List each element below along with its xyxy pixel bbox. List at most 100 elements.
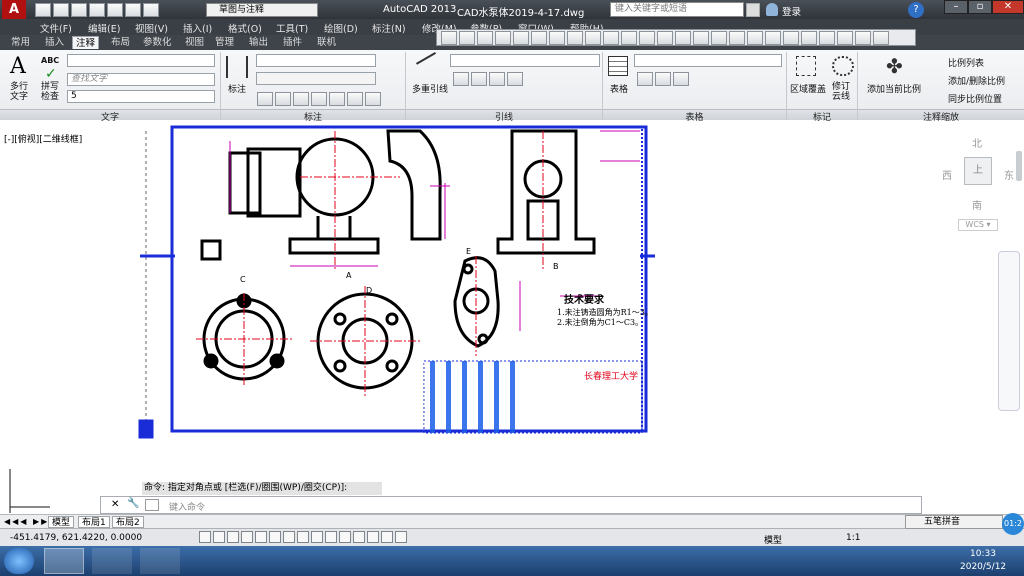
- download-icon[interactable]: [673, 72, 689, 86]
- autocad-logo-icon[interactable]: A: [2, 0, 26, 20]
- wrench-icon[interactable]: 🔧: [127, 498, 139, 509]
- clock-time[interactable]: 10:33: [970, 549, 996, 559]
- menu-item[interactable]: 插入(I): [183, 21, 212, 35]
- extract-data-icon[interactable]: [637, 72, 653, 86]
- user-icon[interactable]: [766, 3, 778, 16]
- infer-icon[interactable]: [199, 531, 211, 543]
- text-height-input[interactable]: 5: [67, 90, 215, 103]
- properties-icon[interactable]: [765, 31, 781, 45]
- menu-item[interactable]: 绘图(D): [324, 21, 358, 35]
- saveas-icon[interactable]: [89, 3, 105, 17]
- otrack-icon[interactable]: [297, 531, 309, 543]
- link-data-icon[interactable]: [655, 72, 671, 86]
- help-icon[interactable]: [873, 31, 889, 45]
- remove-leader-icon[interactable]: [471, 72, 487, 86]
- polar-icon[interactable]: [255, 531, 267, 543]
- coordinates-readout[interactable]: -451.4179, 621.4220, 0.0000: [10, 533, 142, 543]
- wcs-dropdown[interactable]: WCS ▾: [958, 219, 998, 231]
- zoom-previous-icon[interactable]: [747, 31, 763, 45]
- 3dprint-icon[interactable]: [549, 31, 565, 45]
- add-delete-scale-button[interactable]: 添加/删除比例: [948, 74, 1005, 87]
- ribbon-tab[interactable]: 常用: [8, 36, 33, 49]
- ortho-icon[interactable]: [241, 531, 253, 543]
- ime-bubble[interactable]: 01:2: [1002, 513, 1024, 535]
- dim-jog-icon[interactable]: [365, 92, 381, 106]
- mtext-button[interactable]: 多行文字: [10, 82, 34, 102]
- wipeout-button[interactable]: 区域覆盖: [790, 82, 826, 95]
- ime-bar[interactable]: 五笔拼音: [905, 515, 1003, 529]
- dim-style-dropdown[interactable]: [256, 54, 376, 67]
- scale-panel-title[interactable]: 注释缩放: [858, 109, 1024, 123]
- align-leader-icon[interactable]: [489, 72, 505, 86]
- mleader-style-dropdown[interactable]: [450, 54, 600, 67]
- redo-icon[interactable]: [675, 31, 691, 45]
- layout-tab[interactable]: 布局2: [112, 516, 144, 528]
- ribbon-tab[interactable]: 插件: [280, 36, 305, 49]
- dim-break-icon[interactable]: [293, 92, 309, 106]
- drawing-canvas[interactable]: [-][俯视][二维线框] 技术要求 1.未注铸造圆角为R1～3。 2.未注倒角…: [0, 121, 1024, 513]
- ducs-icon[interactable]: [311, 531, 323, 543]
- blockedit-icon[interactable]: [639, 31, 655, 45]
- model-space-toggle[interactable]: 模型: [764, 533, 782, 546]
- wipeout-icon[interactable]: [796, 56, 816, 76]
- calc-icon[interactable]: [855, 31, 871, 45]
- navigation-bar[interactable]: [998, 251, 1020, 411]
- menu-item[interactable]: 工具(T): [276, 21, 308, 35]
- viewcube-south[interactable]: 南: [972, 197, 982, 212]
- add-leader-icon[interactable]: [453, 72, 469, 86]
- 3dosnap-icon[interactable]: [283, 531, 295, 543]
- revcloud-icon[interactable]: [832, 56, 854, 76]
- ribbon-tab[interactable]: 参数化: [140, 36, 175, 49]
- dim-update-icon[interactable]: [347, 92, 363, 106]
- clock-date[interactable]: 2020/5/12: [960, 562, 1006, 572]
- ribbon-tab[interactable]: 注释: [72, 36, 100, 49]
- viewcube-north[interactable]: 北: [972, 135, 982, 150]
- qp-icon[interactable]: [367, 531, 379, 543]
- command-input[interactable]: 键入命令: [169, 500, 205, 513]
- find-text-input[interactable]: 查找文字: [67, 73, 215, 86]
- annotation-scale-icon[interactable]: ✤: [886, 54, 903, 78]
- designcenter-icon[interactable]: [783, 31, 799, 45]
- taskbar-app-2[interactable]: [92, 548, 132, 574]
- dim-panel-title[interactable]: 标注: [221, 109, 405, 123]
- menu-item[interactable]: 文件(F): [40, 21, 72, 35]
- markup-panel-title[interactable]: 标记: [787, 109, 857, 123]
- save-icon[interactable]: [71, 3, 87, 17]
- help-icon[interactable]: ?: [908, 2, 924, 18]
- undo-icon[interactable]: [657, 31, 673, 45]
- viewcube-top-face[interactable]: 上: [964, 157, 992, 185]
- grid-icon[interactable]: [227, 531, 239, 543]
- search-input[interactable]: 键入关键字或短语: [610, 2, 744, 17]
- layout-nav-arrows[interactable]: ◀◀◀ ▶▶: [4, 517, 49, 526]
- osnap-icon[interactable]: [269, 531, 281, 543]
- maximize-button[interactable]: ▫: [968, 0, 992, 14]
- menu-item[interactable]: 视图(V): [135, 21, 168, 35]
- paste-icon[interactable]: [603, 31, 619, 45]
- new-icon[interactable]: [35, 3, 51, 17]
- taskbar-app-3[interactable]: [140, 548, 180, 574]
- menu-item[interactable]: 标注(N): [372, 21, 406, 35]
- ribbon-tab[interactable]: 插入: [42, 36, 67, 49]
- login-link[interactable]: 登录: [782, 4, 801, 18]
- open-icon[interactable]: [459, 31, 475, 45]
- search-icon[interactable]: [746, 3, 760, 17]
- snap-icon[interactable]: [213, 531, 225, 543]
- am-icon[interactable]: [395, 531, 407, 543]
- preview-icon[interactable]: [513, 31, 529, 45]
- annotation-scale[interactable]: 1:1: [846, 533, 860, 543]
- mtext-big-icon[interactable]: A: [10, 54, 26, 79]
- start-button[interactable]: [4, 548, 34, 574]
- cut-icon[interactable]: [567, 31, 583, 45]
- pan-icon[interactable]: [693, 31, 709, 45]
- multileader-icon[interactable]: [415, 51, 447, 83]
- vertical-scrollbar[interactable]: [1016, 151, 1022, 181]
- menu-item[interactable]: 编辑(E): [88, 21, 120, 35]
- sync-scale-button[interactable]: 同步比例位置: [948, 92, 1002, 105]
- text-style-dropdown[interactable]: [67, 54, 215, 67]
- markup-icon[interactable]: [837, 31, 853, 45]
- dim-space-icon[interactable]: [311, 92, 327, 106]
- leader-panel-title[interactable]: 引线: [406, 109, 602, 123]
- ribbon-tab[interactable]: 输出: [246, 36, 271, 49]
- minimize-button[interactable]: –: [944, 0, 968, 14]
- dyn-icon[interactable]: [325, 531, 337, 543]
